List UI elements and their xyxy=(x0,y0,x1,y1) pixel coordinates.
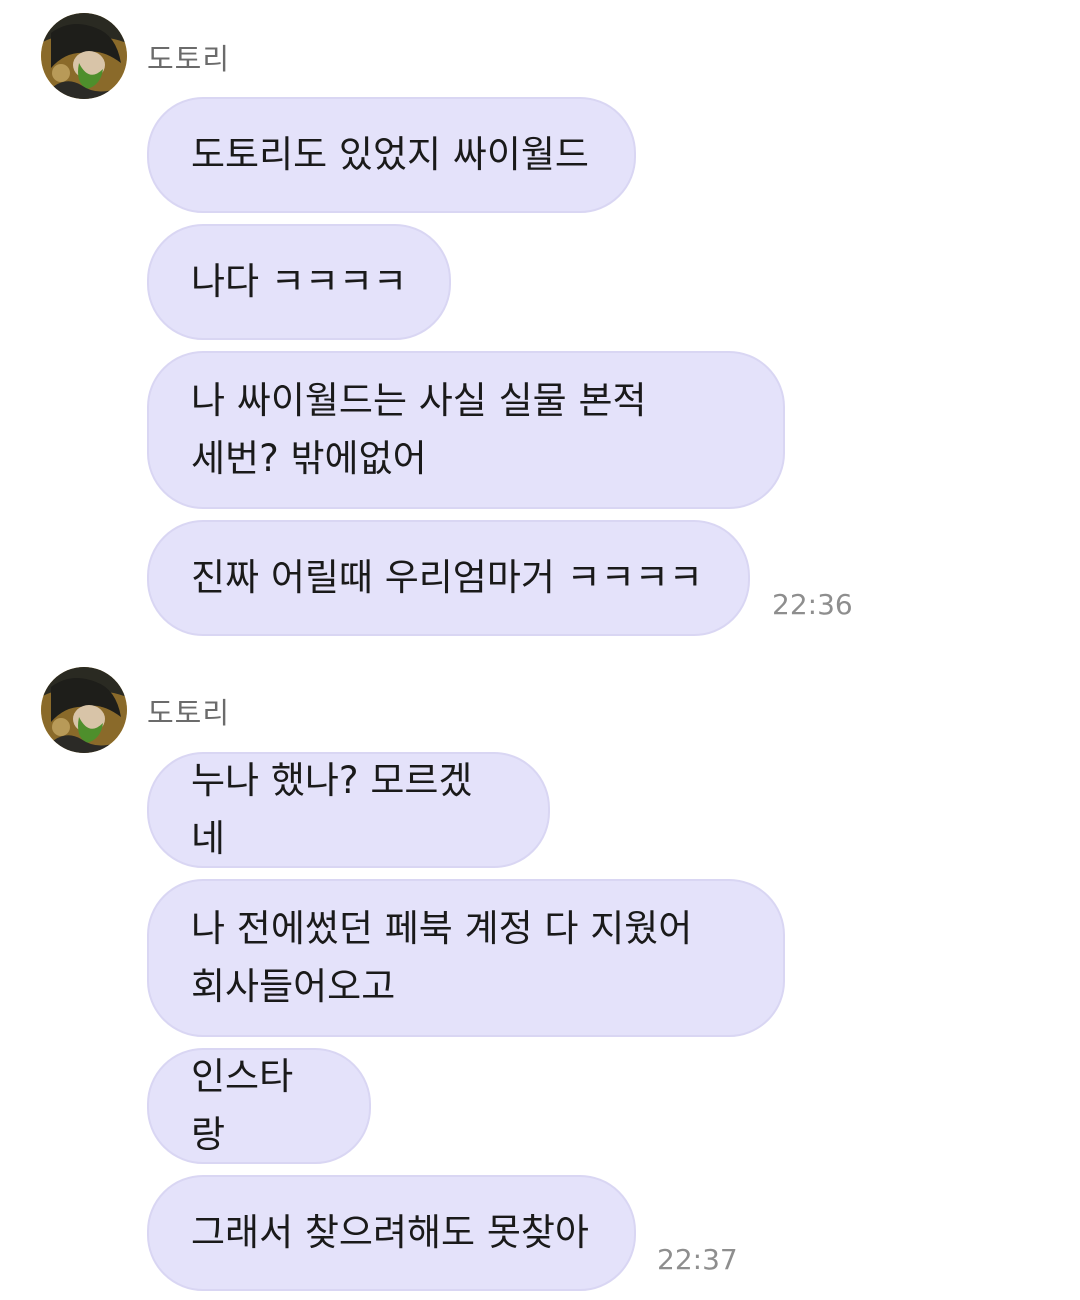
message-bubble[interactable]: 나 싸이월드는 사실 실물 본적 세번? 밖에없어 xyxy=(147,351,785,509)
message-text: 인스타랑 xyxy=(191,1055,294,1156)
message-text: 누나 했나? 모르겠네 xyxy=(191,759,473,860)
sender-name: 도토리 xyxy=(147,42,231,76)
sender-name: 도토리 xyxy=(147,696,231,730)
message-text: 그래서 찾으려해도 못찾아 xyxy=(191,1211,589,1254)
message-text: 진짜 어릴때 우리엄마거 ㅋㅋㅋㅋ xyxy=(191,556,703,599)
message-bubble[interactable]: 나다 ㅋㅋㅋㅋ xyxy=(147,224,451,340)
message-timestamp: 22:37 xyxy=(657,1243,738,1276)
message-bubble[interactable]: 도토리도 있었지 싸이월드 xyxy=(147,97,636,213)
message-bubble[interactable]: 그래서 찾으려해도 못찾아 xyxy=(147,1175,636,1291)
message-bubble[interactable]: 나 전에썼던 페북 계정 다 지웠어 회사들어오고 xyxy=(147,879,785,1037)
message-text: 나 싸이월드는 사실 실물 본적 세번? 밖에없어 xyxy=(191,379,647,480)
message-bubble[interactable]: 진짜 어릴때 우리엄마거 ㅋㅋㅋㅋ xyxy=(147,520,750,636)
message-bubble[interactable]: 누나 했나? 모르겠네 xyxy=(147,752,550,868)
message-text: 도토리도 있었지 싸이월드 xyxy=(191,133,589,176)
profile-avatar-icon[interactable] xyxy=(41,667,127,753)
profile-avatar-icon[interactable] xyxy=(41,13,127,99)
message-text: 나 전에썼던 페북 계정 다 지웠어 회사들어오고 xyxy=(191,907,693,1008)
message-bubble[interactable]: 인스타랑 xyxy=(147,1048,371,1164)
message-timestamp: 22:36 xyxy=(772,588,853,621)
message-text: 나다 ㅋㅋㅋㅋ xyxy=(191,260,408,303)
